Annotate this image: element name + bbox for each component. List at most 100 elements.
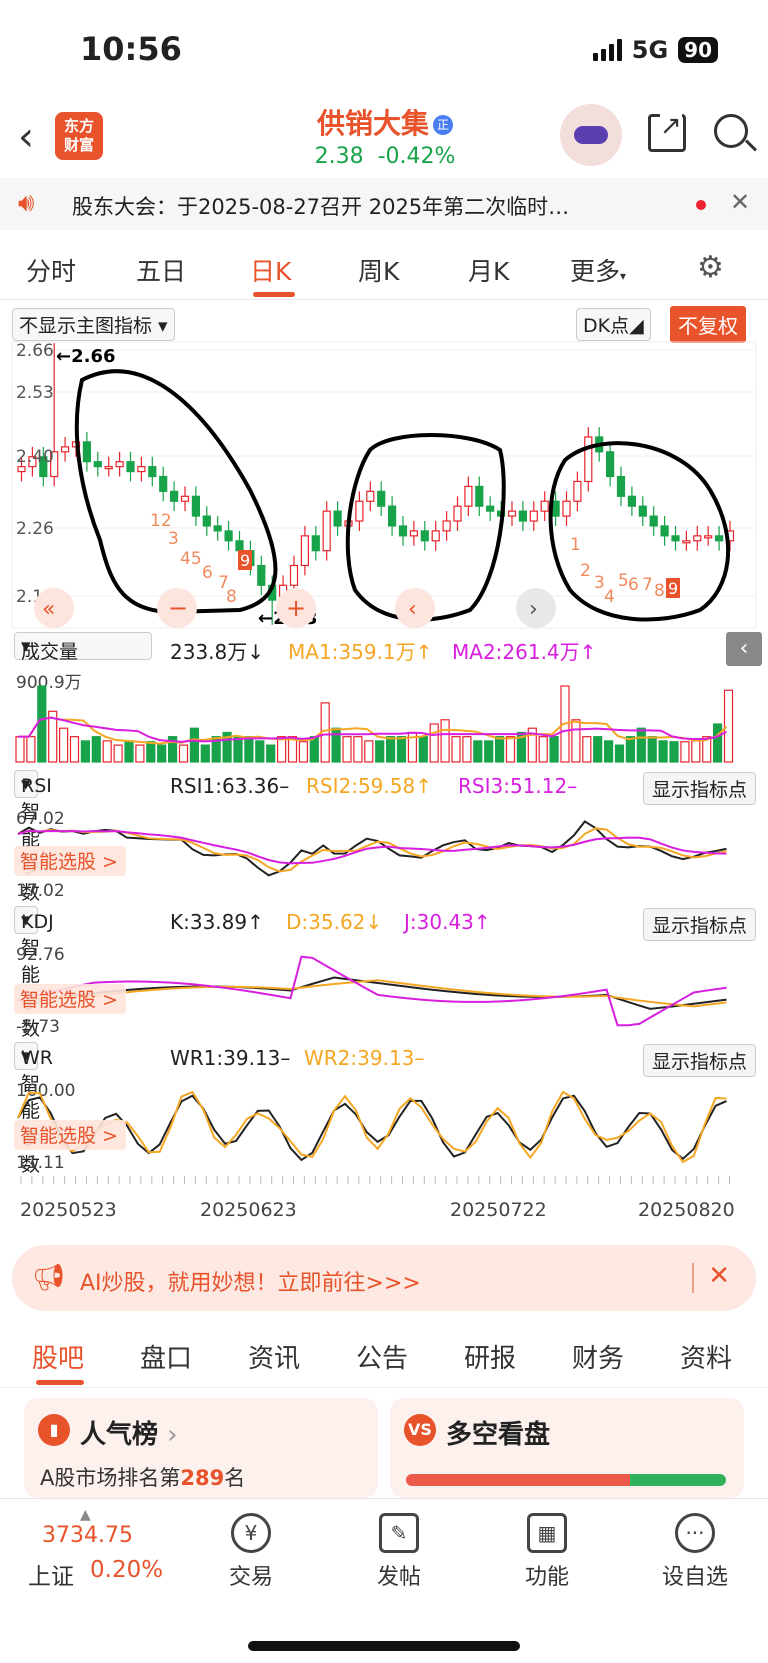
- nav-trade[interactable]: ¥ 交易: [206, 1513, 296, 1591]
- search-icon[interactable]: [714, 114, 748, 148]
- kdj-select[interactable]: KDJ 智能参数 ▾: [14, 906, 54, 1040]
- close-icon[interactable]: ✕: [708, 1261, 730, 1291]
- volume-bar-up: [135, 744, 145, 763]
- volume-bar-down: [189, 727, 199, 763]
- candle-up: [355, 500, 364, 522]
- candle-up: [562, 500, 571, 517]
- tab-intraday[interactable]: 分时: [26, 252, 76, 288]
- nav-post[interactable]: ✎ 发帖: [354, 1513, 444, 1591]
- candle-down: [159, 475, 168, 492]
- candle-up: [464, 485, 473, 507]
- circle-3: [548, 441, 731, 622]
- popularity-title: 人气榜 ›: [80, 1414, 177, 1451]
- tab-research[interactable]: 研报: [464, 1338, 516, 1375]
- volume-bar-down: [484, 740, 494, 763]
- kline-chart[interactable]: 2.662.532.402.262.13 ←2.66 ←2.13 1234567…: [0, 340, 768, 630]
- tab-monthly-k[interactable]: 月K: [468, 252, 509, 288]
- candle-up: [431, 530, 440, 542]
- tab-weekly-k[interactable]: 周K: [358, 252, 399, 288]
- rsi-show-points-button[interactable]: 显示指标点: [642, 772, 756, 805]
- volume-axis-top: 900.9万: [16, 673, 82, 693]
- collapse-panel-icon[interactable]: ‹: [726, 632, 762, 666]
- candle-down: [126, 461, 135, 473]
- price-tick-label: 2.40: [16, 447, 54, 467]
- change-percent: -0.42%: [377, 144, 456, 169]
- gear-icon[interactable]: ⚙: [697, 250, 724, 285]
- candle-up: [529, 510, 538, 522]
- candle-up: [366, 490, 375, 502]
- candle-up: [60, 446, 70, 453]
- candle-up: [693, 535, 702, 542]
- back-icon[interactable]: ‹: [18, 114, 34, 160]
- chevron-left-icon: ‹: [408, 597, 417, 622]
- wr-show-points-button[interactable]: 显示指标点: [642, 1044, 756, 1077]
- more-dots-icon: ···: [675, 1513, 715, 1553]
- rsi-smart-pick-label: 智能选股 >: [20, 851, 118, 873]
- main-indicator-select[interactable]: 不显示主图指标 ▾: [12, 308, 175, 341]
- tab-profile[interactable]: 资料: [680, 1338, 732, 1375]
- candle-up: [584, 436, 593, 483]
- network-label: 5G: [631, 36, 669, 64]
- volume-bar-up: [58, 727, 69, 763]
- assistant-robot-icon[interactable]: [560, 104, 622, 166]
- tab-news[interactable]: 资讯: [248, 1338, 300, 1375]
- rsi3-value: RSI3:51.12–: [458, 774, 578, 798]
- candle-down: [649, 515, 658, 527]
- wr-axis-bottom: 11.11: [16, 1153, 65, 1173]
- tab-finance[interactable]: 财务: [572, 1338, 624, 1375]
- date-axis: 20250523 20250623 20250722 20250820: [20, 1176, 735, 1221]
- wr-axis-top: 100.00: [16, 1081, 75, 1101]
- volume-bar-down: [625, 736, 636, 763]
- rsi-select[interactable]: RSI 智能参数 ▾: [14, 770, 52, 904]
- stock-title[interactable]: 供销大集正 2.38 -0.42%: [300, 102, 470, 169]
- tab-guba[interactable]: 股吧: [32, 1338, 84, 1375]
- long-short-card[interactable]: VS 多空看盘: [390, 1398, 744, 1498]
- nav-add-watchlist[interactable]: ··· 设自选: [650, 1513, 740, 1591]
- candle-down: [660, 525, 669, 537]
- volume-bar-up: [364, 740, 374, 763]
- share-icon[interactable]: [648, 111, 686, 152]
- candle-up: [442, 520, 451, 532]
- close-icon[interactable]: ✕: [730, 188, 750, 216]
- minus-icon: −: [168, 594, 188, 622]
- dk-point-select[interactable]: DK点◢: [576, 308, 651, 341]
- candle-down: [82, 441, 92, 463]
- candle-down: [714, 535, 724, 542]
- dk-marker-label: 2: [580, 561, 591, 581]
- restore-right-button[interactable]: 不复权: [670, 306, 746, 343]
- tab-more[interactable]: 更多▾: [570, 252, 626, 288]
- kdj-axis-bottom: -5.73: [16, 1017, 60, 1037]
- volume-bar-down: [266, 744, 276, 763]
- candle-down: [616, 475, 626, 497]
- registration-badge-icon: 正: [433, 115, 453, 135]
- banner-divider: [692, 1263, 694, 1293]
- status-bar: 10:56 5G 90: [0, 0, 768, 100]
- signal-icon: [592, 39, 622, 61]
- volume-bar-down: [495, 736, 505, 763]
- rsi-header: RSI 智能参数 ▾ RSI1:63.36– RSI2:59.58↑ RSI3:…: [0, 770, 768, 904]
- candle-down: [388, 505, 397, 527]
- popularity-card[interactable]: ▮ 人气榜 › A股市场排名第289名: [24, 1398, 378, 1498]
- nav-functions[interactable]: ▦ 功能: [502, 1513, 592, 1591]
- volume-label: 成交量: [21, 641, 79, 663]
- tab-five-day[interactable]: 五日: [136, 252, 186, 288]
- volume-select[interactable]: 成交量 ▾: [14, 632, 152, 663]
- volume-bar-up: [571, 719, 581, 763]
- kdj-show-points-button[interactable]: 显示指标点: [642, 908, 756, 941]
- nav-functions-label: 功能: [524, 1565, 569, 1590]
- volume-bar-down: [233, 736, 243, 763]
- volume-bar-down: [244, 736, 254, 763]
- index-value[interactable]: 3734.75: [42, 1523, 133, 1548]
- ai-promo-banner[interactable]: 📢︎ AI炒股，就用妙想！立即前往>>> ✕: [12, 1245, 756, 1311]
- rank-suffix: 名: [224, 1466, 246, 1490]
- kdj-header: KDJ 智能参数 ▾ K:33.89↑ D:35.62↓ J:30.43↑ 显示…: [0, 906, 768, 1040]
- tab-daily-k[interactable]: 日K: [250, 252, 291, 288]
- dk-marker-label: 12: [150, 511, 172, 531]
- tab-order-book[interactable]: 盘口: [140, 1338, 192, 1375]
- tab-announcements[interactable]: 公告: [356, 1338, 408, 1375]
- tab-more-label: 更多: [570, 257, 621, 286]
- candle-down: [213, 525, 222, 532]
- volume-bar-down: [124, 740, 134, 763]
- notice-bar[interactable]: 🔊︎ 股东大会：于2025-08-27召开 2025年第二次临时… ✕: [0, 178, 768, 230]
- wr-select[interactable]: WR 智能参数 ▾: [14, 1042, 53, 1176]
